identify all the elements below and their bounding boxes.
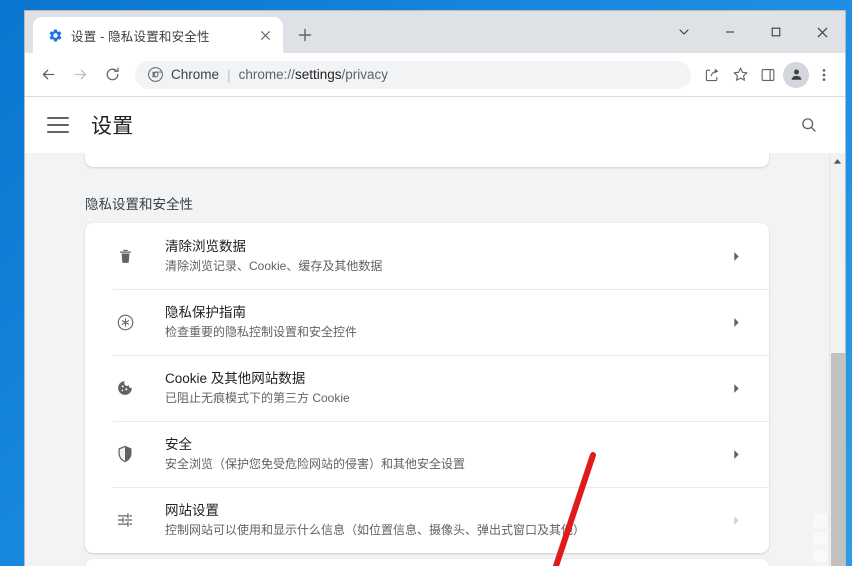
search-icon[interactable] bbox=[795, 111, 823, 139]
url-prefix: chrome:// bbox=[238, 67, 295, 82]
close-window-icon[interactable] bbox=[799, 11, 845, 53]
tune-sliders-icon bbox=[113, 508, 137, 532]
close-icon[interactable] bbox=[255, 25, 275, 45]
settings-header: 设置 bbox=[25, 97, 845, 153]
row-title: 网站设置 bbox=[165, 503, 219, 518]
shield-icon bbox=[113, 442, 137, 466]
minimize-icon[interactable] bbox=[707, 11, 753, 53]
row-text: 隐私保护指南 检查重要的隐私控制设置和安全控件 bbox=[165, 303, 727, 341]
url-suffix: /privacy bbox=[341, 67, 388, 82]
forward-icon[interactable] bbox=[65, 60, 95, 90]
row-privacy-guide[interactable]: 隐私保护指南 检查重要的隐私控制设置和安全控件 bbox=[85, 289, 769, 355]
chevron-right-icon[interactable] bbox=[727, 251, 745, 262]
section-label-privacy: 隐私设置和安全性 bbox=[85, 197, 193, 212]
side-panel-icon[interactable] bbox=[755, 62, 781, 88]
chevron-right-icon[interactable] bbox=[727, 317, 745, 328]
row-security[interactable]: 安全 安全浏览（保护您免受危险网站的侵害）和其他安全设置 bbox=[85, 421, 769, 487]
privacy-card: 清除浏览数据 清除浏览记录、Cookie、缓存及其他数据 隐私保护指南 检查重要… bbox=[85, 223, 769, 553]
chrome-window: 设置 - 隐私设置和安全性 Chrome | chrome://settings… bbox=[24, 10, 846, 566]
omnibox-separator: | bbox=[227, 66, 231, 83]
browser-toolbar: Chrome | chrome://settings/privacy bbox=[25, 53, 845, 97]
hamburger-icon[interactable] bbox=[47, 117, 69, 133]
row-site-settings[interactable]: 网站设置 控制网站可以使用和显示什么信息（如位置信息、摄像头、弹出式窗口及其他） bbox=[85, 487, 769, 553]
scroll-up-icon[interactable] bbox=[830, 153, 845, 170]
chevron-right-icon[interactable] bbox=[727, 449, 745, 460]
settings-gear-icon bbox=[47, 27, 63, 43]
chevron-right-icon[interactable] bbox=[727, 383, 745, 394]
row-text: Cookie 及其他网站数据 已阻止无痕模式下的第三方 Cookie bbox=[165, 369, 727, 407]
desktop-background: 设置 - 隐私设置和安全性 Chrome | chrome://settings… bbox=[0, 0, 852, 566]
settings-page: 设置 隐私设置和安全性 清除浏览数据 清除浏览记录、Cookie、缓存及其他数据… bbox=[25, 97, 845, 566]
reload-icon[interactable] bbox=[97, 60, 127, 90]
chevron-down-icon[interactable] bbox=[661, 11, 707, 53]
row-text: 清除浏览数据 清除浏览记录、Cookie、缓存及其他数据 bbox=[165, 237, 727, 275]
row-title: Cookie 及其他网站数据 bbox=[165, 371, 306, 386]
omnibox-chip-label: Chrome bbox=[171, 67, 220, 82]
settings-content: 隐私设置和安全性 清除浏览数据 清除浏览记录、Cookie、缓存及其他数据 隐私… bbox=[25, 153, 845, 566]
back-icon[interactable] bbox=[33, 60, 63, 90]
row-clear-browsing-data[interactable]: 清除浏览数据 清除浏览记录、Cookie、缓存及其他数据 bbox=[85, 223, 769, 289]
row-subtitle: 检查重要的隐私控制设置和安全控件 bbox=[165, 325, 358, 339]
maximize-icon[interactable] bbox=[753, 11, 799, 53]
omnibox-url[interactable]: chrome://settings/privacy bbox=[239, 67, 679, 82]
next-card-partial bbox=[85, 559, 769, 566]
page-title: 设置 bbox=[91, 115, 134, 138]
window-controls bbox=[661, 11, 845, 53]
scrollbar-thumb[interactable] bbox=[831, 353, 845, 566]
row-subtitle: 安全浏览（保护您免受危险网站的侵害）和其他安全设置 bbox=[165, 457, 466, 471]
url-emphasis: settings bbox=[294, 67, 342, 82]
tab-strip: 设置 - 隐私设置和安全性 bbox=[25, 11, 845, 53]
row-title: 安全 bbox=[165, 437, 192, 452]
row-text: 网站设置 控制网站可以使用和显示什么信息（如位置信息、摄像头、弹出式窗口及其他） bbox=[165, 501, 727, 539]
trash-icon bbox=[113, 244, 137, 268]
row-text: 安全 安全浏览（保护您免受危险网站的侵害）和其他安全设置 bbox=[165, 435, 727, 473]
row-subtitle: 清除浏览记录、Cookie、缓存及其他数据 bbox=[165, 259, 383, 273]
previous-card-partial bbox=[85, 153, 769, 167]
privacy-guide-icon bbox=[113, 310, 137, 334]
cookie-icon bbox=[113, 376, 137, 400]
row-cookies[interactable]: Cookie 及其他网站数据 已阻止无痕模式下的第三方 Cookie bbox=[85, 355, 769, 421]
settings-content-inner: 隐私设置和安全性 清除浏览数据 清除浏览记录、Cookie、缓存及其他数据 隐私… bbox=[25, 153, 829, 566]
row-subtitle: 已阻止无痕模式下的第三方 Cookie bbox=[165, 391, 350, 405]
chrome-logo-icon bbox=[147, 67, 163, 83]
row-title: 清除浏览数据 bbox=[165, 239, 246, 254]
page-scrollbar[interactable] bbox=[829, 153, 845, 566]
toolbar-actions bbox=[699, 61, 837, 88]
tab-title: 设置 - 隐私设置和安全性 bbox=[71, 29, 210, 44]
address-bar[interactable]: Chrome | chrome://settings/privacy bbox=[135, 60, 691, 89]
star-icon[interactable] bbox=[727, 62, 753, 88]
three-dot-menu-icon[interactable] bbox=[811, 62, 837, 88]
row-subtitle: 控制网站可以使用和显示什么信息（如位置信息、摄像头、弹出式窗口及其他） bbox=[165, 523, 586, 537]
avatar[interactable] bbox=[783, 61, 809, 88]
chevron-right-icon[interactable] bbox=[727, 515, 745, 526]
new-tab-button[interactable] bbox=[291, 21, 319, 49]
share-icon[interactable] bbox=[699, 62, 725, 88]
row-title: 隐私保护指南 bbox=[165, 305, 246, 320]
browser-tab-settings[interactable]: 设置 - 隐私设置和安全性 bbox=[33, 17, 283, 53]
